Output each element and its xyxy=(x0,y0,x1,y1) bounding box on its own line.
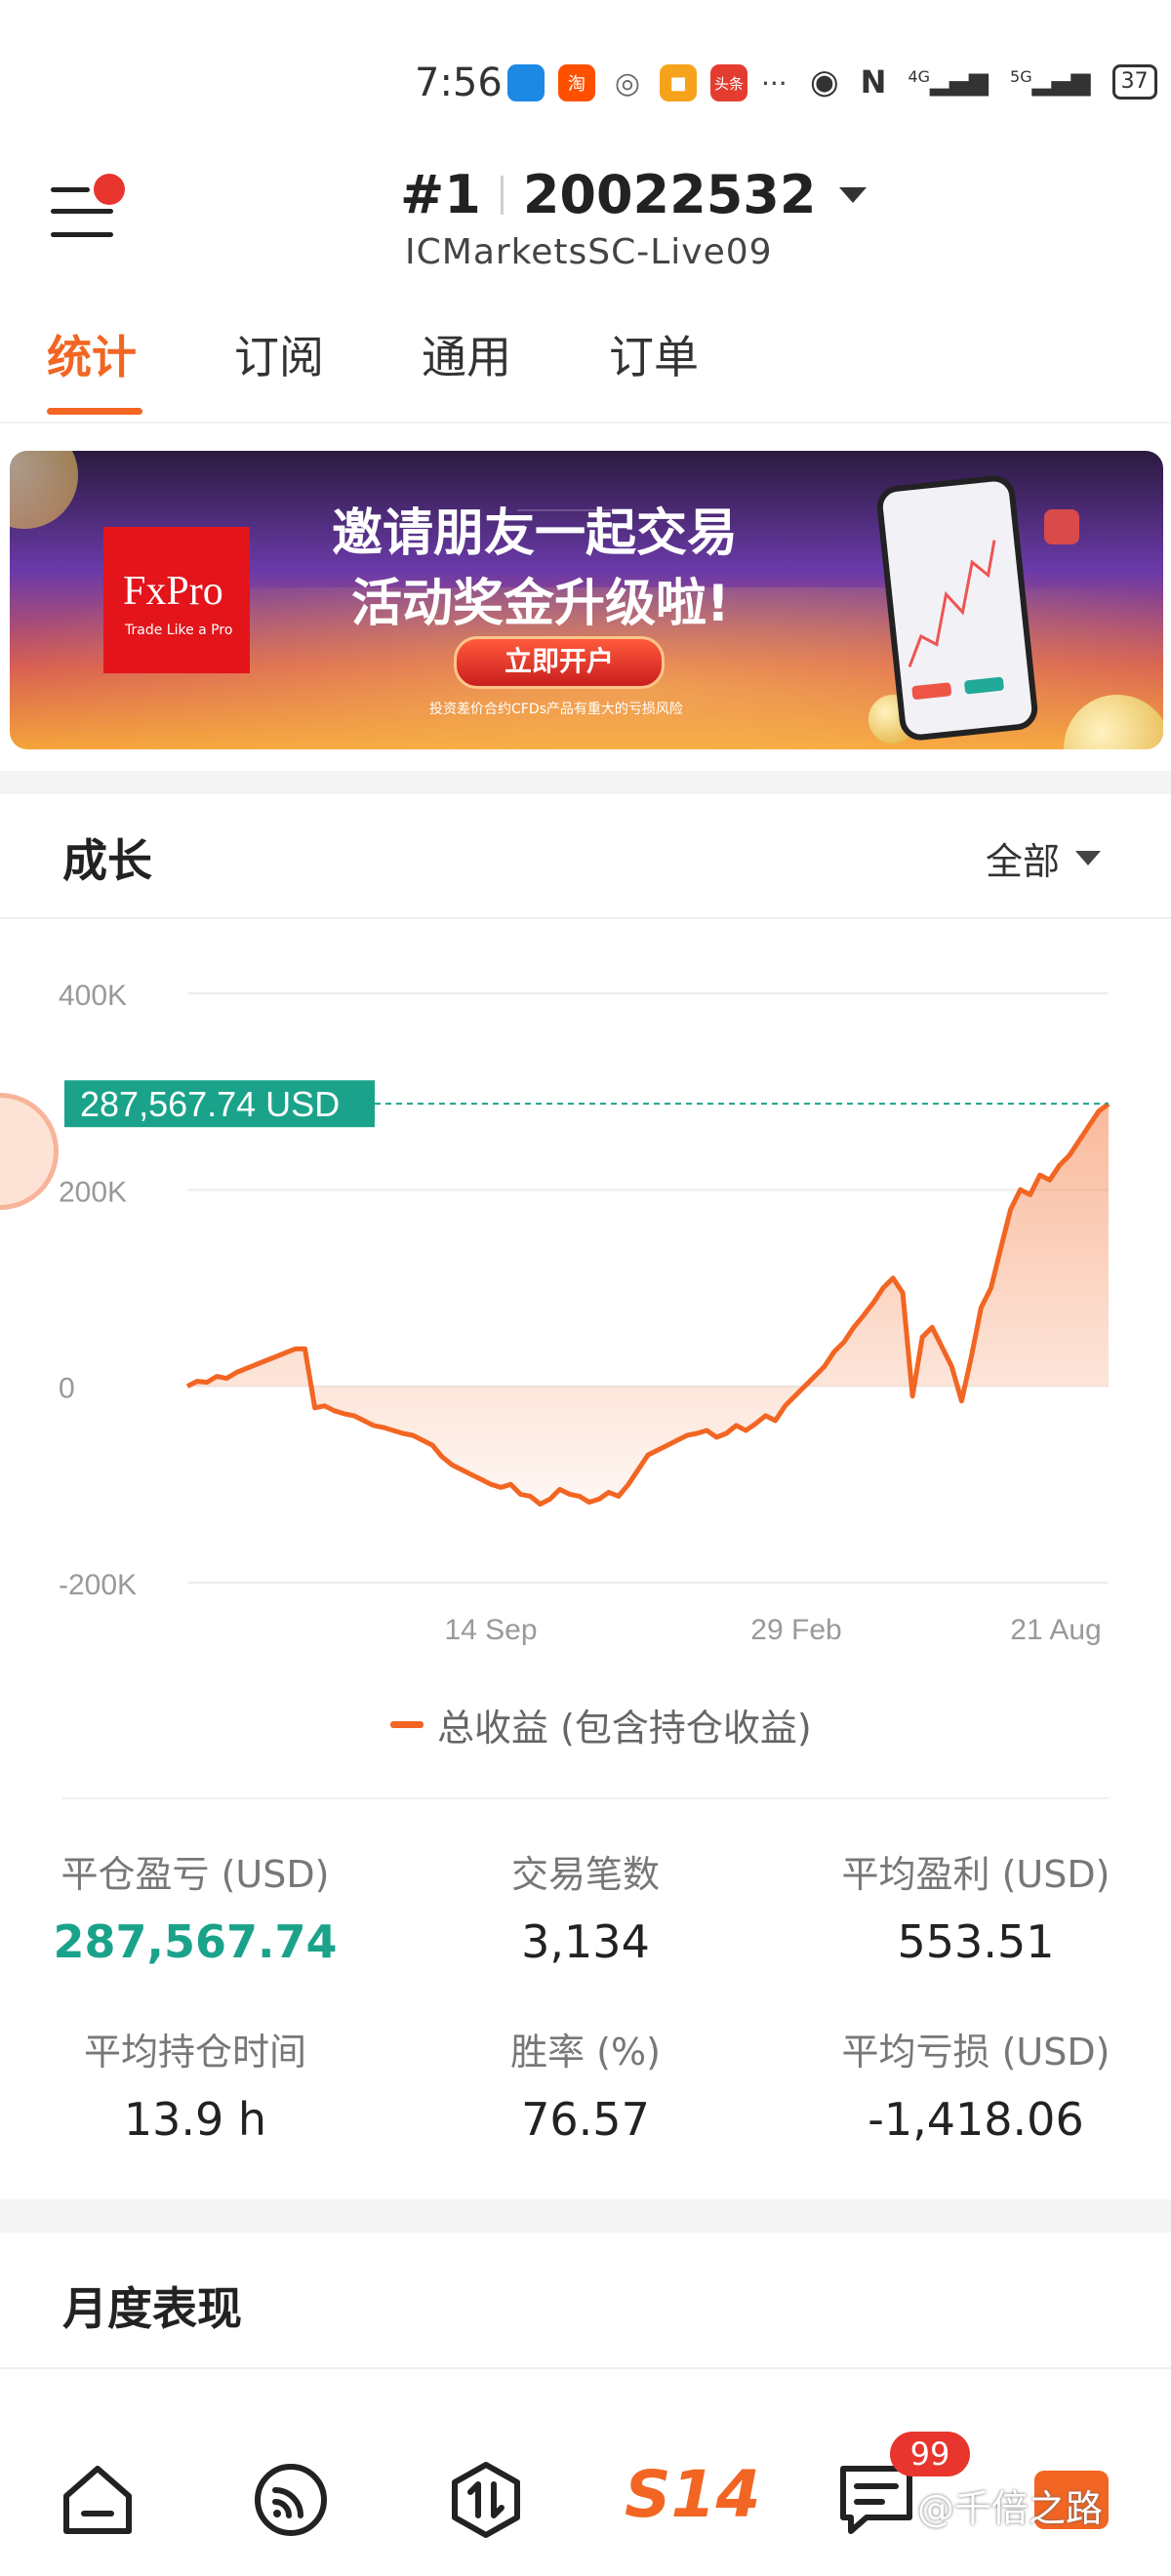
stat-win-rate: 胜率 (%) 76.57 xyxy=(390,2022,781,2146)
current-value-label: 287,567.74 USD xyxy=(80,1084,340,1124)
stat-value: 3,134 xyxy=(521,1915,650,1968)
s14-logo[interactable]: S14 xyxy=(625,2457,760,2532)
y-tick-label: 400K xyxy=(59,980,127,1012)
fxpro-logo: FxPro Trade Like a Pro xyxy=(103,527,250,673)
risk-disclaimer: 投资差价合约CFDs产品有重大的亏损风险 xyxy=(429,702,683,717)
chevron-down-icon xyxy=(1075,851,1102,865)
stat-avg-hold-time: 平均持仓时间 13.9 h xyxy=(0,2022,390,2146)
stat-value: 13.9 h xyxy=(123,2093,267,2146)
trade-icon[interactable] xyxy=(447,2461,525,2539)
promo-banner[interactable]: FxPro Trade Like a Pro 邀请朋友一起交易 活动奖金升级啦!… xyxy=(10,451,1163,749)
phone-illustration xyxy=(874,473,1040,743)
stat-value: 287,567.74 xyxy=(53,1915,338,1968)
period-filter-label: 全部 xyxy=(986,840,1061,883)
growth-area xyxy=(187,1104,1109,1505)
autohome-app-icon xyxy=(507,64,545,101)
banner-subheadline: 活动奖金升级啦! xyxy=(351,575,730,633)
y-tick-label: 0 xyxy=(59,1373,75,1405)
watermark: @千倍之路 xyxy=(917,2487,1104,2530)
growth-divider xyxy=(0,917,1171,919)
stat-label: 交易笔数 xyxy=(510,1853,660,1896)
menu-line xyxy=(51,187,90,192)
stat-value: 76.57 xyxy=(521,2093,650,2146)
battery-icon: 37 xyxy=(1111,64,1157,100)
period-filter[interactable]: 全部 xyxy=(986,831,1102,885)
signals-icon[interactable] xyxy=(252,2461,330,2539)
tab-divider xyxy=(0,422,1171,423)
tab-subscribe[interactable]: 订阅 xyxy=(234,322,324,386)
signal-4g-icon: 4G▂▄▆ xyxy=(908,67,989,97)
banner-line xyxy=(517,509,615,511)
notification-dot xyxy=(94,174,125,205)
status-app-icons: 淘 ◎ ■ 头条 ··· xyxy=(507,64,787,101)
tab-general[interactable]: 通用 xyxy=(422,322,511,386)
stat-label: 平均盈利 (USD) xyxy=(841,1853,1110,1896)
account-selector[interactable]: #1 20022532 xyxy=(400,164,868,225)
eye-comfort-icon: ◉ xyxy=(810,62,839,101)
taobao-app-icon: 淘 xyxy=(558,64,595,101)
menu-line xyxy=(51,232,113,237)
y-tick-label: 200K xyxy=(59,1176,127,1208)
growth-title: 成长 xyxy=(62,834,152,887)
open-account-button[interactable]: 立即开户 xyxy=(454,636,665,689)
phone-chart-icon xyxy=(908,540,1004,700)
monthly-divider xyxy=(0,2367,1171,2369)
signal-5g-icon: 5G▂▄▆ xyxy=(1010,67,1091,97)
toutiao-app-icon: 头条 xyxy=(710,64,747,101)
menu-line xyxy=(51,209,113,214)
monthly-title: 月度表现 xyxy=(62,2282,242,2335)
growth-chart: 287,567.74 USD 400K 200K 0 -200K 14 Sep 29 F… xyxy=(59,980,1110,1646)
status-indicators: ◉ N 4G▂▄▆ 5G▂▄▆ 37 xyxy=(810,62,1157,101)
tab-active-indicator xyxy=(47,408,142,415)
stat-value: 553.51 xyxy=(897,1915,1055,1968)
stat-label: 平仓盈亏 (USD) xyxy=(61,1853,330,1896)
stat-avg-loss: 平均亏损 (USD) -1,418.06 xyxy=(781,2022,1171,2146)
tab-statistics[interactable]: 统计 xyxy=(47,322,137,386)
section-separator xyxy=(0,2199,1171,2233)
x-tick-label: 14 Sep xyxy=(444,1614,537,1646)
tab-bar: 统计 订阅 通用 订单 xyxy=(0,322,1171,420)
home-icon[interactable] xyxy=(59,2461,137,2539)
y-tick-label: -200K xyxy=(59,1569,137,1601)
stat-value: -1,418.06 xyxy=(868,2093,1084,2146)
x-tick-label: 21 Aug xyxy=(1010,1614,1101,1646)
account-number: 20022532 xyxy=(522,164,817,225)
section-separator xyxy=(0,771,1171,794)
notes-app-icon: ■ xyxy=(660,64,697,101)
messages-badge: 99 xyxy=(890,2432,970,2476)
stat-closed-pnl: 平仓盈亏 (USD) 287,567.74 xyxy=(0,1844,390,1968)
stat-avg-profit: 平均盈利 (USD) 553.51 xyxy=(781,1844,1171,1968)
coin-decoration xyxy=(10,451,78,529)
wechat-app-icon: ◎ xyxy=(609,64,646,101)
tab-orders[interactable]: 订单 xyxy=(609,322,699,386)
legend-swatch xyxy=(390,1721,424,1728)
title-separator xyxy=(500,175,504,215)
user-icon xyxy=(1044,509,1079,544)
stat-label: 平均亏损 (USD) xyxy=(841,2031,1110,2073)
stat-label: 平均持仓时间 xyxy=(83,2031,306,2073)
fxpro-tagline: Trade Like a Pro xyxy=(125,623,233,638)
more-notifications-icon: ··· xyxy=(761,66,787,100)
status-time: 7:56 xyxy=(415,60,503,105)
chevron-down-icon xyxy=(839,186,868,203)
chart-legend: 总收益 (包含持仓收益) xyxy=(390,1698,812,1751)
banner-headline: 邀请朋友一起交易 xyxy=(332,504,739,563)
account-server: ICMarketsSC-Live09 xyxy=(405,232,773,272)
account-rank: #1 xyxy=(400,164,481,225)
menu-button[interactable] xyxy=(51,174,125,252)
nfc-icon: N xyxy=(860,63,887,101)
legend-label: 总收益 (包含持仓收益) xyxy=(437,1707,812,1750)
x-tick-label: 29 Feb xyxy=(750,1614,841,1646)
fxpro-brand: FxPro xyxy=(123,569,223,614)
stat-label: 胜率 (%) xyxy=(510,2031,661,2073)
stat-trade-count: 交易笔数 3,134 xyxy=(390,1844,781,1968)
stats-divider xyxy=(62,1797,1109,1799)
